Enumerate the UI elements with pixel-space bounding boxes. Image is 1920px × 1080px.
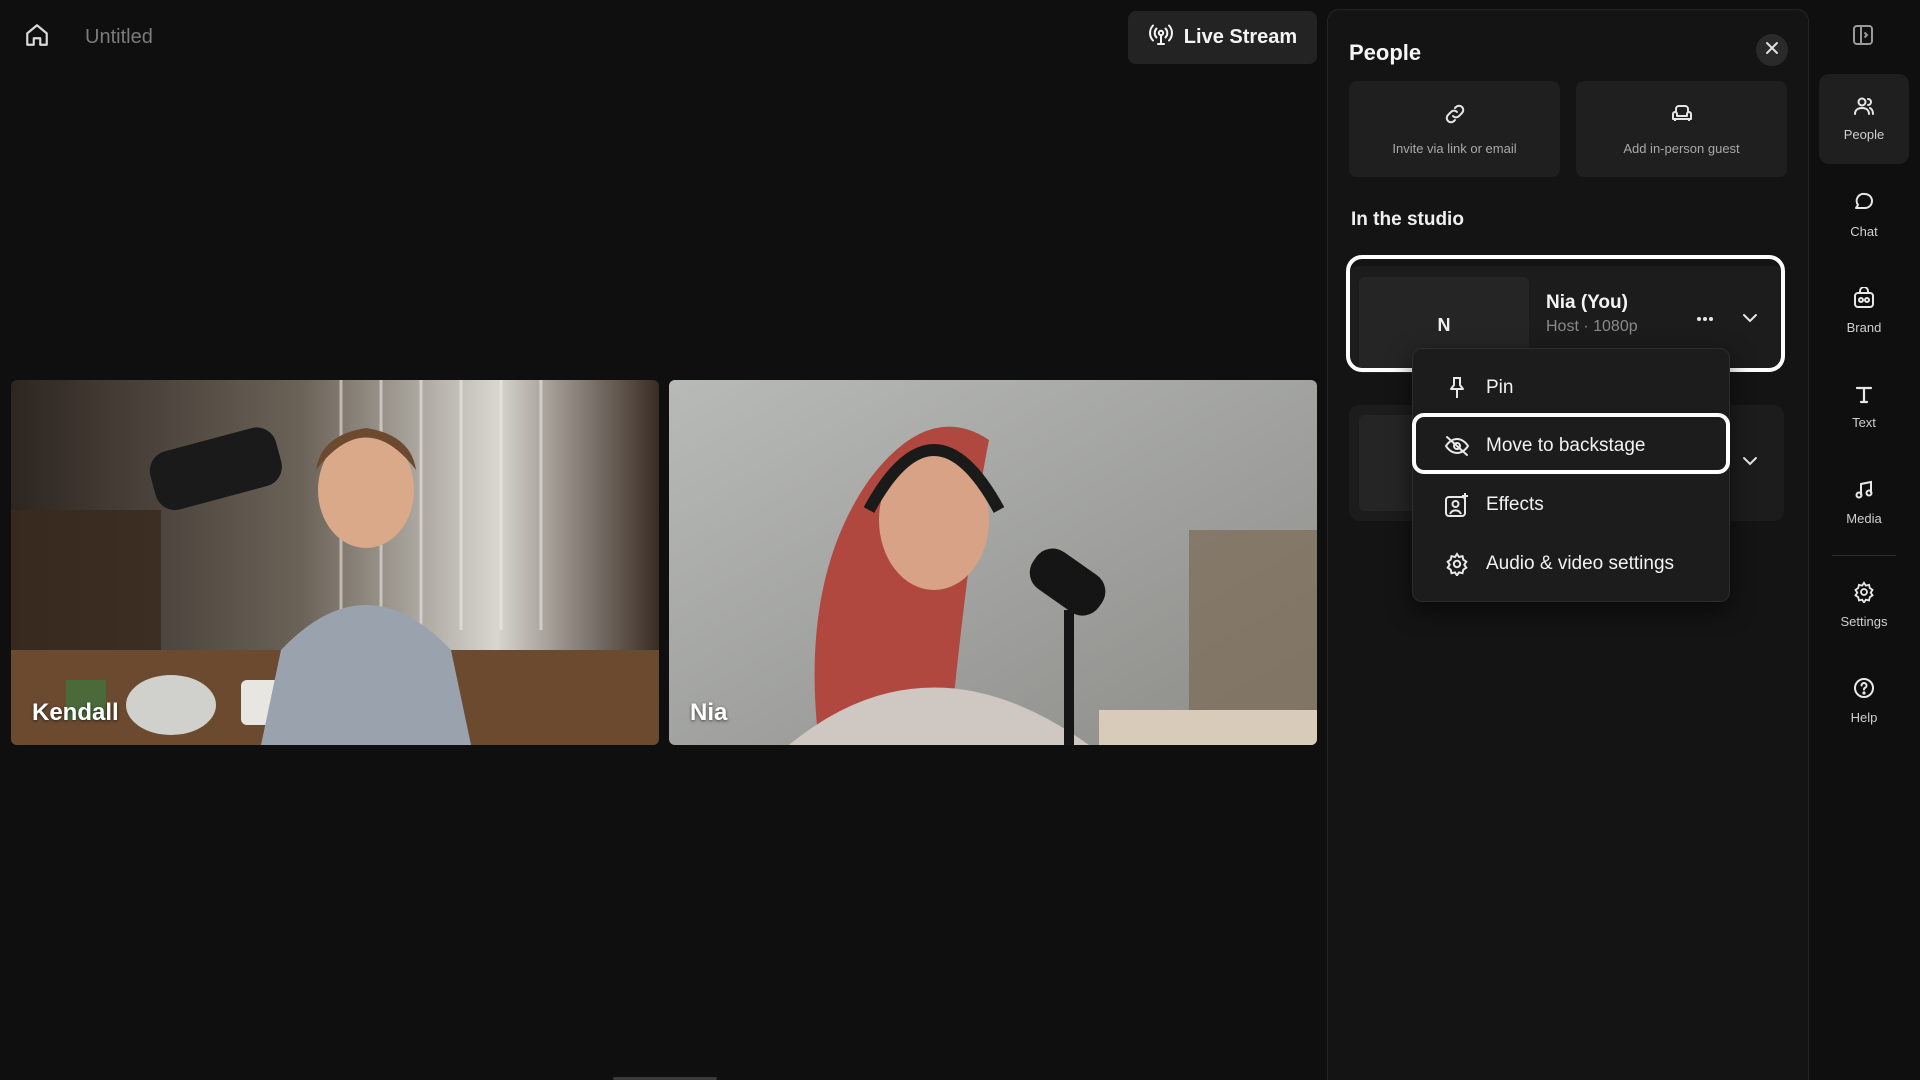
invite-via-link-button[interactable]: Invite via link or email bbox=[1349, 81, 1560, 177]
people-icon bbox=[1853, 96, 1875, 121]
rail-item-brand[interactable]: Brand bbox=[1819, 266, 1909, 356]
home-button[interactable] bbox=[22, 22, 52, 52]
rail-item-settings[interactable]: Settings bbox=[1819, 560, 1909, 650]
rail-label: Help bbox=[1850, 710, 1878, 725]
avatar bbox=[1359, 415, 1419, 511]
rail-label: People bbox=[1843, 127, 1885, 142]
add-in-person-guest-button[interactable]: Add in-person guest bbox=[1576, 81, 1787, 177]
rail-item-media[interactable]: Media bbox=[1819, 458, 1909, 548]
menu-item-effects[interactable]: Effects bbox=[1413, 477, 1731, 533]
live-stream-button[interactable]: Live Stream bbox=[1128, 11, 1317, 64]
rail-item-people[interactable]: People bbox=[1819, 74, 1909, 164]
rail-label: Chat bbox=[1850, 224, 1878, 239]
participant-name: Nia (You) bbox=[1546, 292, 1628, 313]
add-guest-label: Add in-person guest bbox=[1623, 141, 1740, 156]
tile-name-nia: Nia bbox=[690, 699, 728, 726]
eye-off-icon bbox=[1444, 433, 1470, 459]
home-icon bbox=[24, 22, 50, 53]
menu-item-move-to-backstage[interactable]: Move to backstage bbox=[1413, 418, 1731, 474]
kendall-video bbox=[11, 380, 659, 745]
menu-item-label: Audio & video settings bbox=[1486, 553, 1675, 574]
rail-label: Brand bbox=[1846, 320, 1882, 335]
section-title-in-studio: In the studio bbox=[1351, 209, 1464, 230]
menu-item-label: Effects bbox=[1486, 494, 1544, 515]
document-title[interactable]: Untitled bbox=[85, 26, 153, 49]
sidebar-toggle-icon bbox=[1852, 24, 1874, 51]
chevron-down-icon bbox=[1742, 453, 1758, 471]
menu-item-label: Pin bbox=[1486, 377, 1514, 398]
participant-options-menu: Pin Move to backstage Effects Audio & vi… bbox=[1412, 348, 1730, 602]
music-note-icon bbox=[1854, 480, 1874, 505]
rail-item-text[interactable]: Text bbox=[1819, 362, 1909, 452]
gear-icon bbox=[1853, 581, 1875, 608]
rail-divider bbox=[1832, 555, 1896, 556]
help-icon bbox=[1853, 677, 1875, 704]
text-icon bbox=[1854, 384, 1874, 409]
gear-icon bbox=[1444, 551, 1470, 577]
rail-item-chat[interactable]: Chat bbox=[1819, 170, 1909, 260]
panel-title: People bbox=[1349, 40, 1422, 65]
invite-label: Invite via link or email bbox=[1392, 141, 1517, 156]
menu-item-label: Move to backstage bbox=[1486, 435, 1646, 456]
chat-icon bbox=[1853, 191, 1875, 218]
chevron-down-icon bbox=[1742, 310, 1758, 328]
participant-expand-button[interactable] bbox=[1738, 307, 1762, 331]
close-icon bbox=[1765, 41, 1779, 60]
rail-label: Media bbox=[1846, 511, 1882, 526]
rail-label: Settings bbox=[1840, 614, 1888, 629]
brand-icon bbox=[1853, 286, 1875, 314]
close-panel-button[interactable] bbox=[1756, 34, 1788, 66]
toggle-panel-button[interactable] bbox=[1850, 24, 1876, 50]
avatar-initial: N bbox=[1437, 314, 1451, 335]
video-tile-kendall[interactable]: Kendall bbox=[11, 380, 659, 745]
participant-2-expand-button[interactable] bbox=[1738, 450, 1762, 474]
rail-item-help[interactable]: Help bbox=[1819, 656, 1909, 746]
participant-subtitle: Host · 1080p bbox=[1546, 318, 1638, 335]
chair-icon bbox=[1670, 102, 1694, 131]
nia-video bbox=[669, 380, 1317, 745]
link-icon bbox=[1443, 102, 1467, 131]
rail-label: Text bbox=[1852, 415, 1876, 430]
pin-icon bbox=[1444, 375, 1470, 401]
effects-icon bbox=[1444, 492, 1470, 518]
tile-name-kendall: Kendall bbox=[32, 699, 119, 726]
video-tile-nia[interactable]: Nia bbox=[669, 380, 1317, 745]
live-stream-label: Live Stream bbox=[1183, 26, 1298, 48]
menu-item-audio-video-settings[interactable]: Audio & video settings bbox=[1413, 536, 1731, 592]
participant-more-button[interactable] bbox=[1691, 308, 1719, 328]
menu-item-pin[interactable]: Pin bbox=[1413, 360, 1731, 416]
more-horizontal-icon bbox=[1696, 309, 1714, 327]
broadcast-icon bbox=[1148, 24, 1174, 52]
